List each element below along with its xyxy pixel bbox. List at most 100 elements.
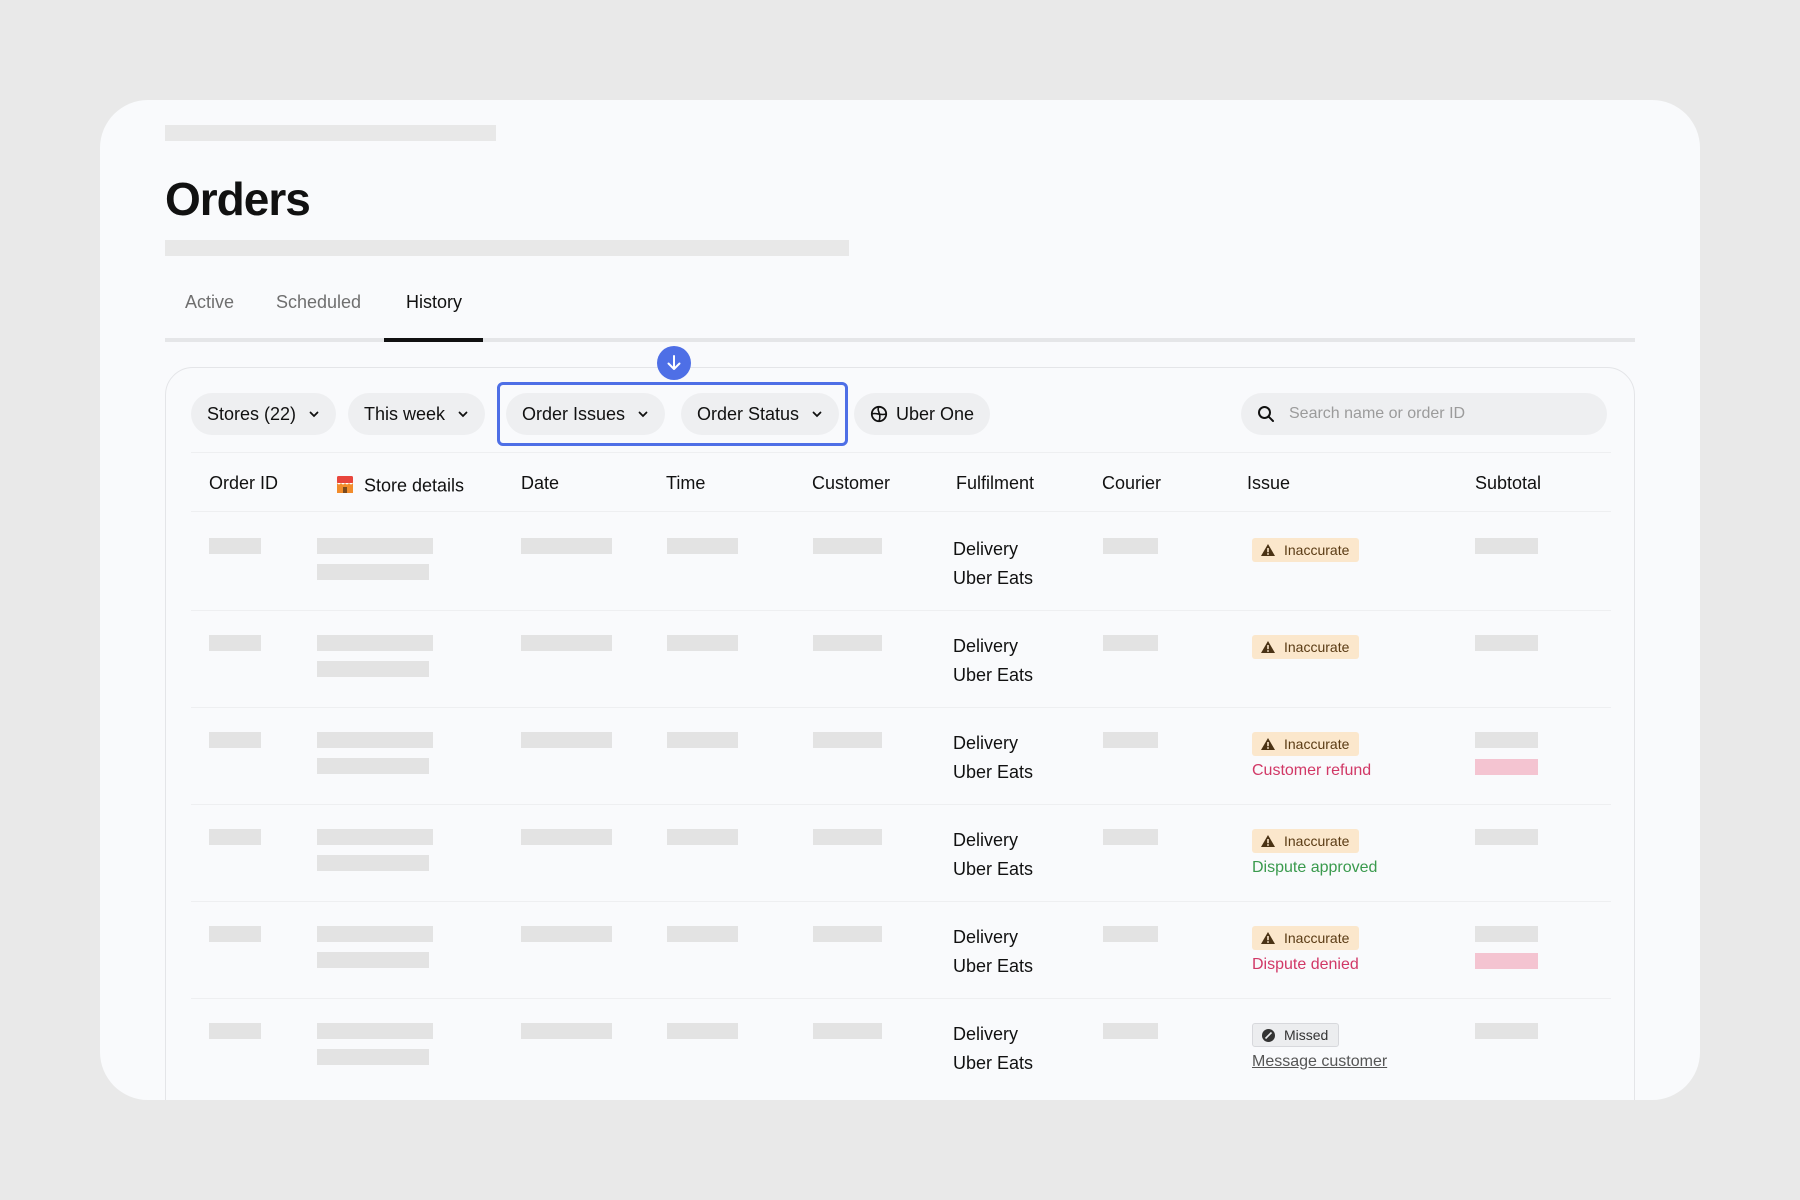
download-button[interactable] (657, 346, 691, 380)
table-row[interactable]: Delivery Uber Eats Missed Message customer (191, 999, 1611, 1096)
loading-placeholder (317, 1023, 433, 1039)
loading-placeholder (813, 732, 882, 748)
fulfilment-channel: Uber Eats (953, 665, 1034, 685)
tab-active[interactable]: Active (185, 292, 234, 313)
loading-placeholder (813, 538, 882, 554)
loading-placeholder (317, 1049, 429, 1065)
message-customer-link[interactable]: Message customer (1252, 1053, 1387, 1071)
loading-placeholder (209, 538, 261, 554)
issue-badge-label: Inaccurate (1284, 639, 1350, 655)
column-header-fulfilment[interactable]: Fulfilment (956, 473, 1034, 494)
tab-scheduled[interactable]: Scheduled (276, 292, 361, 313)
subtotal-placeholder (1475, 538, 1538, 554)
date-range-filter[interactable]: This week (348, 393, 486, 435)
subtotal-placeholder (1475, 635, 1538, 651)
warning-triangle-icon (1260, 834, 1276, 848)
loading-placeholder (317, 952, 429, 968)
column-header-customer[interactable]: Customer (812, 473, 890, 494)
subtotal-placeholder (1475, 829, 1538, 845)
issue-resolution-status: Dispute approved (1252, 859, 1378, 876)
loading-placeholder (317, 564, 429, 580)
fulfilment-type: Delivery (953, 927, 1019, 947)
loading-placeholder (209, 732, 261, 748)
page-title: Orders (165, 173, 311, 225)
warning-triangle-icon (1260, 931, 1276, 945)
warning-triangle-icon (1260, 543, 1276, 557)
issue-resolution-status: Dispute denied (1252, 956, 1359, 973)
loading-placeholder (317, 538, 433, 554)
order-issues-filter[interactable]: Order Issues (506, 393, 666, 435)
fulfilment-type: Delivery (953, 830, 1019, 850)
column-header-store-details-label: Store details (364, 475, 465, 496)
column-header-courier[interactable]: Courier (1102, 473, 1161, 494)
fulfilment-channel: Uber Eats (953, 1053, 1034, 1073)
adjusted-subtotal-placeholder (1475, 953, 1538, 969)
loading-placeholder (813, 926, 882, 942)
column-header-issue[interactable]: Issue (1247, 473, 1290, 494)
chevron-down-icon (308, 408, 320, 420)
issue-badge-label: Missed (1284, 1027, 1329, 1043)
issue-badge-label: Inaccurate (1284, 930, 1350, 946)
tab-history[interactable]: History (406, 292, 462, 313)
breadcrumb-placeholder (165, 125, 496, 141)
fulfilment-cell: Delivery Uber Eats (953, 632, 1033, 690)
table-header: Order ID Store details Date Time Custome… (191, 452, 1611, 512)
loading-placeholder (813, 635, 882, 651)
loading-placeholder (667, 635, 738, 651)
table-row[interactable]: Delivery Uber Eats Inaccurate (191, 611, 1611, 708)
warning-triangle-icon (1260, 640, 1276, 654)
issue-resolution-status: Customer refund (1252, 762, 1372, 779)
active-tab-indicator (384, 338, 483, 342)
loading-placeholder (317, 829, 433, 845)
table-row[interactable]: Delivery Uber Eats Inaccurate Dispute appro… (191, 805, 1611, 902)
issue-badge: Inaccurate (1252, 538, 1360, 562)
stores-filter[interactable]: Stores (22) (191, 393, 337, 435)
search-icon (1257, 405, 1275, 423)
chevron-down-icon (811, 408, 823, 420)
tab-bar: Active Scheduled History (165, 292, 1635, 342)
search-input[interactable] (1289, 405, 1589, 423)
loading-placeholder (521, 1023, 612, 1039)
chevron-down-icon (637, 408, 649, 420)
issue-badge: Inaccurate (1252, 926, 1360, 950)
loading-placeholder (317, 855, 429, 871)
loading-placeholder (1103, 1023, 1158, 1039)
fulfilment-cell: Delivery Uber Eats (953, 535, 1033, 593)
chevron-down-icon (457, 408, 469, 420)
issue-badge: Missed (1252, 1023, 1340, 1047)
column-header-time[interactable]: Time (666, 473, 705, 494)
column-header-order-id[interactable]: Order ID (209, 473, 278, 494)
loading-placeholder (317, 635, 433, 651)
subtotal-placeholder (1475, 926, 1538, 942)
arrow-down-icon (664, 353, 684, 373)
table-row[interactable]: Delivery Uber Eats Inaccurate Dispute denie… (191, 902, 1611, 999)
fulfilment-cell: Delivery Uber Eats (953, 826, 1033, 884)
table-row[interactable]: Delivery Uber Eats Inaccurate (191, 514, 1611, 611)
loading-placeholder (667, 829, 738, 845)
order-status-filter[interactable]: Order Status (681, 393, 840, 435)
loading-placeholder (209, 635, 261, 651)
order-status-filter-label: Order Status (697, 403, 800, 424)
loading-placeholder (317, 758, 429, 774)
subtitle-placeholder (165, 240, 849, 256)
column-header-subtotal[interactable]: Subtotal (1475, 473, 1541, 494)
fulfilment-type: Delivery (953, 539, 1019, 559)
fulfilment-type: Delivery (953, 733, 1019, 753)
orders-table-panel: Stores (22) This week Order Issues Order… (165, 346, 1635, 1100)
column-header-store-details[interactable]: Store details (334, 473, 464, 500)
search-box[interactable] (1241, 393, 1607, 435)
subtotal-placeholder (1475, 732, 1538, 748)
table-row[interactable]: Delivery Uber Eats Inaccurate Customer refu… (191, 708, 1611, 805)
globe-icon (870, 405, 888, 423)
fulfilment-channel: Uber Eats (953, 762, 1034, 782)
fulfilment-channel: Uber Eats (953, 568, 1034, 588)
adjusted-subtotal-placeholder (1475, 759, 1538, 775)
fulfilment-type: Delivery (953, 1024, 1019, 1044)
loading-placeholder (667, 1023, 738, 1039)
stores-filter-label: Stores (22) (207, 403, 297, 424)
issue-badge-label: Inaccurate (1284, 833, 1350, 849)
loading-placeholder (317, 926, 433, 942)
uber-one-filter[interactable]: Uber One (854, 393, 991, 435)
column-header-date[interactable]: Date (521, 473, 559, 494)
loading-placeholder (813, 829, 882, 845)
